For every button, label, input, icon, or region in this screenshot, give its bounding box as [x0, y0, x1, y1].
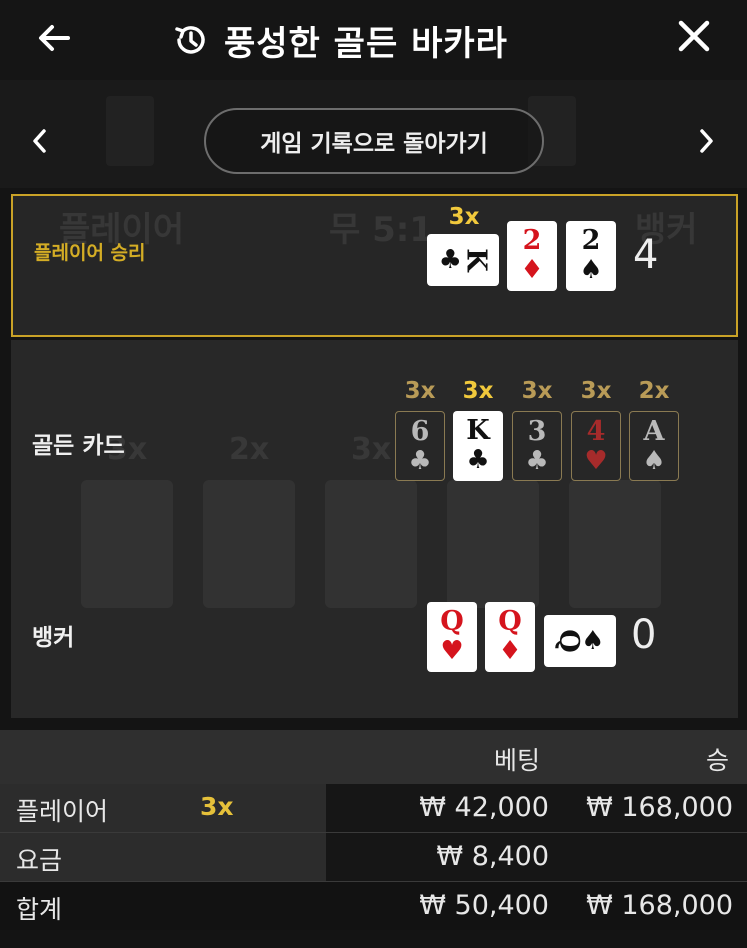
- ghost-card: [447, 480, 539, 608]
- card-rank: A: [643, 416, 665, 447]
- bet-results-table: 베팅 승 플레이어 3x ₩ 42,000 ₩ 168,000 요금 ₩ 8,4…: [0, 730, 747, 948]
- banker-label: 뱅커: [32, 625, 75, 651]
- ghost-card: [81, 480, 173, 608]
- golden-card-1: 6 ♣: [395, 411, 445, 481]
- card-suit: ♣: [525, 446, 549, 476]
- row-win: ₩ 168,000: [586, 792, 733, 823]
- card-suit: ♦: [520, 255, 544, 285]
- golden-card-2-multiplier: 3x: [462, 378, 494, 404]
- back-button[interactable]: [34, 18, 74, 58]
- card-suit: ♣: [408, 446, 432, 476]
- card-rank: 4: [586, 416, 606, 447]
- row-win: ₩ 168,000: [586, 890, 733, 921]
- card-suit: ♥: [440, 636, 464, 666]
- player-card-3: 2 ♠: [566, 221, 616, 291]
- row-multiplier: 3x: [200, 792, 234, 821]
- chevron-left-icon: [33, 129, 46, 153]
- table-row: 플레이어 3x ₩ 42,000 ₩ 168,000: [0, 784, 747, 832]
- golden-card-2: K ♣: [453, 411, 503, 481]
- ghost-card: [203, 480, 295, 608]
- ghost-card: [569, 480, 661, 608]
- table-header: 베팅 승: [0, 730, 747, 784]
- card-rank: 2: [581, 225, 601, 256]
- card-rank: Q: [440, 606, 464, 637]
- row-label: 요금: [16, 846, 63, 875]
- previous-game-button[interactable]: [28, 126, 52, 156]
- history-icon: [175, 26, 205, 54]
- table-total-row: 합계 ₩ 50,400 ₩ 168,000: [0, 882, 747, 930]
- card-rank: Q: [552, 629, 584, 653]
- table-row: 요금 ₩ 8,400: [0, 833, 747, 881]
- banker-score: 0: [631, 612, 657, 658]
- ghost-mult: 2x: [229, 432, 270, 467]
- golden-cards-panel: 3x 2x 3x 골든 카드 3x 3x 3x 3x 2x 6 ♣ K ♣ 3 …: [11, 340, 738, 718]
- back-arrow-icon: [39, 25, 70, 51]
- card-suit: ♠: [642, 446, 666, 476]
- ghost-card: [325, 480, 417, 608]
- card-suit: ♦: [498, 636, 522, 666]
- row-bet: ₩ 8,400: [436, 841, 549, 872]
- row-bet: ₩ 42,000: [419, 792, 549, 823]
- card-rank: 2: [522, 225, 542, 256]
- player-win-label: 플레이어 승리: [34, 242, 146, 264]
- golden-card-5-multiplier: 2x: [638, 378, 670, 404]
- bet-column-header: 베팅: [494, 746, 541, 775]
- page-title: 풍성한 골든 바카라: [224, 23, 508, 64]
- card-suit: ♥: [584, 446, 608, 476]
- card-suit: ♣: [466, 445, 490, 475]
- card-rank: K: [460, 248, 492, 272]
- card-rank: K: [466, 415, 490, 446]
- title-group: 풍성한 골든 바카라: [170, 16, 508, 64]
- chevron-right-icon: [700, 129, 713, 153]
- back-to-history-button[interactable]: 게임 기록으로 돌아가기: [204, 108, 544, 174]
- win-column-header: 승: [706, 746, 730, 775]
- golden-card-4: 4 ♥: [571, 411, 621, 481]
- card-rank: 6: [410, 416, 430, 447]
- card-suit: ♠: [581, 626, 605, 656]
- golden-card-4-multiplier: 3x: [580, 378, 612, 404]
- header: 풍성한 골든 바카라: [0, 0, 747, 80]
- row-bet: ₩ 50,400: [419, 890, 549, 921]
- card-rank: Q: [498, 606, 522, 637]
- row-label: 플레이어: [16, 797, 109, 826]
- golden-card-3-multiplier: 3x: [521, 378, 553, 404]
- golden-card-5: A ♠: [629, 411, 679, 481]
- player-card-1: ♣ K: [427, 234, 499, 286]
- ghost-mult: 3x: [351, 432, 392, 467]
- game-nav: 게임 기록으로 돌아가기: [0, 80, 747, 188]
- close-button[interactable]: [672, 14, 716, 58]
- card-rank: 3: [527, 416, 547, 447]
- golden-cards-label: 골든 카드: [32, 433, 125, 459]
- player-side-card-multiplier: 3x: [448, 204, 480, 230]
- player-result-panel: 플레이어 무 5:1 뱅커 플레이어 승리 3x ♣ K 2 ♦ 2 ♠ 4: [11, 194, 738, 337]
- row-label: 합계: [16, 895, 63, 924]
- card-suit: ♠: [579, 255, 603, 285]
- player-score: 4: [633, 232, 659, 278]
- banker-card-3: Q ♠: [544, 615, 616, 667]
- next-game-button[interactable]: [694, 126, 718, 156]
- banker-card-2: Q ♦: [485, 602, 535, 672]
- ghost-tie-label: 무 5:1: [329, 210, 434, 250]
- golden-card-3: 3 ♣: [512, 411, 562, 481]
- golden-card-1-multiplier: 3x: [404, 378, 436, 404]
- banker-card-1: Q ♥: [427, 602, 477, 672]
- card-suit: ♣: [438, 245, 462, 275]
- player-card-2: 2 ♦: [507, 221, 557, 291]
- ghost-card: [106, 96, 154, 166]
- close-icon: [678, 20, 710, 52]
